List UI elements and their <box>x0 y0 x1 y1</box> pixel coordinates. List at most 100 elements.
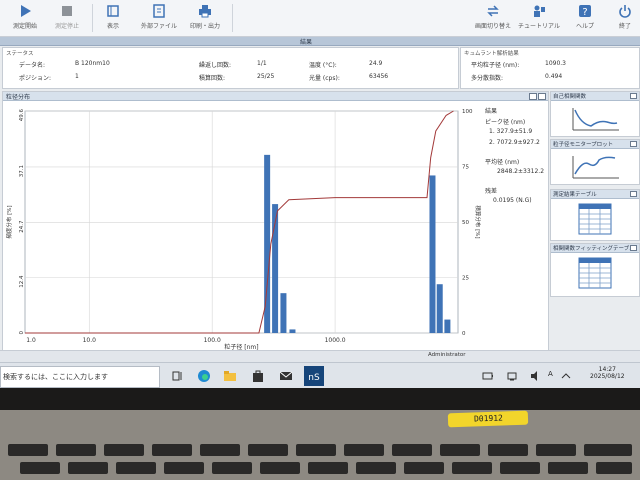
y-left-axis-label: 頻度分布 [%] <box>5 205 13 238</box>
mean-size-label: 平均径 (nm) <box>485 159 520 166</box>
side-panels: 自己相関関数 粒子径モニタープロット 測定結果テーブル 相関関数フィッティングテ… <box>550 91 640 349</box>
status-box: ステータス データ名: B 120nm10 ポジション: 1 繰返し回数: 1/… <box>2 47 459 89</box>
stop-measure-button[interactable]: 測定停止 <box>42 2 92 34</box>
keyboard-key <box>344 444 384 456</box>
toolbar-separator <box>232 4 233 32</box>
keyboard-key <box>488 444 528 456</box>
external-file-button[interactable]: 外部ファイル <box>134 2 184 34</box>
taskbar-clock[interactable]: 14:27 2025/08/12 <box>590 366 625 380</box>
help-icon: ? <box>578 4 592 18</box>
keyboard-key <box>440 444 480 456</box>
card-title: 相関関数フィッティングテーブル <box>553 246 635 252</box>
keyboard-key <box>164 462 204 474</box>
light-label: 光量 (cps): <box>309 75 340 82</box>
accum-value: 25/25 <box>257 73 275 80</box>
y-right-tick-label: 100 <box>462 109 473 115</box>
autocorrelation-thumbnail-icon <box>572 108 619 131</box>
size-monitor-card[interactable]: 粒子径モニタープロット <box>550 139 640 185</box>
y-right-tick-label: 25 <box>462 276 469 282</box>
keyboard-key <box>152 444 192 456</box>
keyboard-key <box>212 462 252 474</box>
task-view-icon[interactable] <box>170 368 186 384</box>
maximize-icon[interactable] <box>538 93 546 100</box>
status-header: ステータス <box>6 51 34 57</box>
edge-browser-icon[interactable] <box>196 368 212 384</box>
result-table-card[interactable]: 測定結果テーブル <box>550 189 640 241</box>
print-output-button[interactable]: 印刷・出力 <box>180 2 230 34</box>
panel-title-bar: 粒径分布 <box>3 92 548 101</box>
card-toggle-icon[interactable] <box>630 245 637 251</box>
results-title: 結果 <box>485 108 498 115</box>
y-right-axis-label: 積算分布 [%] <box>474 205 482 238</box>
y-right-tick-label: 50 <box>462 220 469 226</box>
card-title: 測定結果テーブル <box>553 192 597 198</box>
tutorial-icon <box>532 4 546 18</box>
minimize-icon[interactable] <box>529 93 537 100</box>
position-value: 1 <box>75 73 79 80</box>
result-tab-bar: 結果 <box>0 37 640 46</box>
y-left-tick-label: 24.7 <box>19 220 25 233</box>
exit-button[interactable]: 終了 <box>600 2 640 34</box>
laptop-bezel <box>0 388 640 410</box>
panel-title: 粒径分布 <box>6 94 31 101</box>
y-right-tick-label: 0 <box>462 331 466 337</box>
mail-icon[interactable] <box>278 368 294 384</box>
avg-size-value: 1090.3 <box>545 60 566 67</box>
x-tick-label: 100.0 <box>204 337 221 344</box>
card-toggle-icon[interactable] <box>630 141 637 147</box>
chevron-up-icon[interactable] <box>560 370 572 382</box>
keyboard-key <box>404 462 444 474</box>
windows-taskbar: 検索するには、ここに入力します nS A 14:27 2025/08/12 <box>0 362 640 388</box>
toolbar: 測定開始 測定停止 表示 外部ファイル 印刷・出力 画面切り替え チュートリアル <box>0 0 640 37</box>
size-distribution-panel: 粒径分布 1.0 10.0 100.0 1000.0 0 12.4 24.7 37.1 49.6… <box>2 91 549 351</box>
tutorial-button[interactable]: チュートリアル <box>514 2 564 34</box>
keyboard-key <box>452 462 492 474</box>
store-icon[interactable] <box>250 368 266 384</box>
power-icon <box>618 4 632 18</box>
battery-icon[interactable] <box>482 370 494 382</box>
distribution-bar <box>429 175 436 333</box>
network-icon[interactable] <box>506 370 518 382</box>
keyboard-key <box>116 462 156 474</box>
display-button[interactable]: 表示 <box>88 2 138 34</box>
keyboard-key <box>584 444 632 456</box>
tab-result[interactable]: 結果 <box>300 37 312 46</box>
data-name-label: データ名: <box>19 62 46 69</box>
keyboard-key <box>548 462 588 474</box>
size-distribution-chart: 1.0 10.0 100.0 1000.0 0 12.4 24.7 37.1 49.6 0 25 50… <box>5 109 482 350</box>
clock-time: 14:27 <box>598 366 616 373</box>
fitting-table-thumbnail-icon <box>578 257 612 289</box>
temperature-label: 温度 (°C): <box>309 62 337 69</box>
x-tick-label: 10.0 <box>83 337 97 344</box>
analyzer-app-icon[interactable]: nS <box>304 366 324 386</box>
y-right-tick-label: 75 <box>462 165 469 171</box>
keyboard-key <box>260 462 300 474</box>
asset-tag-sticker: D01912 <box>447 410 529 428</box>
fitting-table-card[interactable]: 相関関数フィッティングテーブル <box>550 243 640 297</box>
volume-icon[interactable] <box>530 370 542 382</box>
avg-size-label: 平均粒子径 (nm): <box>471 62 520 69</box>
screen-switch-button[interactable]: 画面切り替え <box>468 2 518 34</box>
keyboard-key <box>104 444 144 456</box>
distribution-bar <box>436 284 443 333</box>
svg-text:?: ? <box>582 7 587 18</box>
keyboard-language-indicator[interactable]: A <box>548 370 553 378</box>
pdi-label: 多分散指数: <box>471 75 504 82</box>
x-axis-label: 粒子径 [nm] <box>224 343 258 350</box>
light-value: 63456 <box>369 73 389 80</box>
file-explorer-icon[interactable] <box>222 368 238 384</box>
clock-date: 2025/08/12 <box>590 373 625 380</box>
keyboard-key <box>500 462 540 474</box>
result-table-thumbnail-icon <box>578 203 612 235</box>
stop-icon <box>60 4 74 18</box>
y-left-tick-label: 0 <box>19 331 25 335</box>
swap-icon <box>486 4 500 18</box>
card-toggle-icon[interactable] <box>630 93 637 99</box>
temperature-value: 24.9 <box>369 60 383 67</box>
residual-value: 0.0195 (N.G) <box>493 197 532 204</box>
autocorrelation-card[interactable]: 自己相関関数 <box>550 91 640 137</box>
taskbar-search-input[interactable]: 検索するには、ここに入力します <box>0 366 160 388</box>
distribution-bar <box>444 319 451 333</box>
cumulant-header: キュムラント解析結果 <box>464 51 519 57</box>
card-toggle-icon[interactable] <box>630 191 637 197</box>
